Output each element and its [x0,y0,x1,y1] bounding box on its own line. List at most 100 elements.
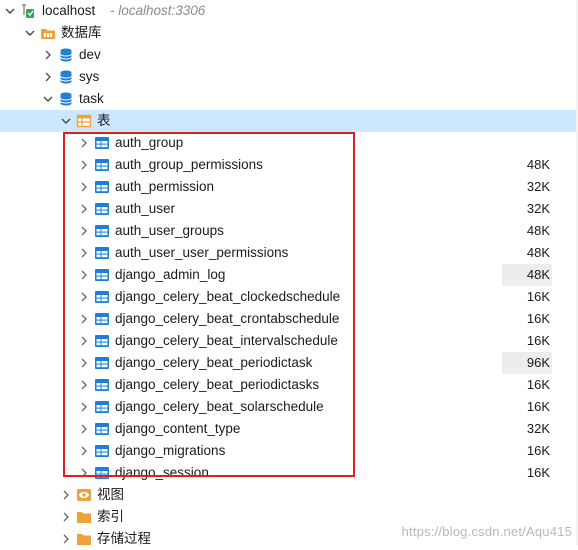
chevron-right-icon[interactable] [78,220,90,242]
table-row[interactable]: django_celery_beat_crontabschedule 16K [0,308,578,330]
table-size: 48K [526,157,550,172]
chevron-right-icon[interactable] [78,132,90,154]
table-icon [94,311,110,327]
database-item-sys[interactable]: sys [0,66,578,88]
databases-folder-label: 数据库 [61,25,102,40]
table-size: 16K [526,333,550,348]
tables-folder-icon [76,113,92,129]
table-icon [94,267,110,283]
table-icon [94,201,110,217]
table-row[interactable]: django_session 16K [0,462,578,484]
table-row[interactable]: django_celery_beat_periodictask 96K [0,352,578,374]
chevron-right-icon[interactable] [78,352,90,374]
chevron-right-icon[interactable] [60,506,72,528]
chevron-right-icon[interactable] [78,242,90,264]
table-row[interactable]: auth_user 32K [0,198,578,220]
chevron-right-icon[interactable] [78,396,90,418]
table-icon [94,443,110,459]
table-row[interactable]: django_content_type 32K [0,418,578,440]
table-name: auth_user [115,201,176,216]
chevron-right-icon[interactable] [42,44,54,66]
connection-host: - localhost:3306 [110,3,206,18]
table-name: auth_user_groups [115,223,224,238]
database-icon [58,69,74,85]
table-icon [94,179,110,195]
table-name: django_celery_beat_crontabschedule [115,311,340,326]
chevron-down-icon[interactable] [24,22,36,44]
chevron-right-icon[interactable] [42,66,54,88]
table-row[interactable]: django_celery_beat_intervalschedule 16K [0,330,578,352]
table-icon [94,465,110,481]
table-row[interactable]: auth_user_user_permissions 48K [0,242,578,264]
database-item-dev[interactable]: dev [0,44,578,66]
table-row[interactable]: django_celery_beat_periodictasks 16K [0,374,578,396]
chevron-right-icon[interactable] [78,286,90,308]
chevron-right-icon[interactable] [78,440,90,462]
table-size: 32K [526,179,550,194]
table-size: 16K [526,311,550,326]
view-icon [76,487,92,503]
table-icon [94,421,110,437]
database-item-task[interactable]: task [0,88,578,110]
table-name: django_migrations [115,443,226,458]
table-name: django_celery_beat_periodictasks [115,377,320,392]
procedures-folder-label: 存储过程 [97,531,151,546]
table-name: auth_group [115,135,184,150]
chevron-right-icon[interactable] [78,330,90,352]
chevron-right-icon[interactable] [78,176,90,198]
table-size: 16K [526,377,550,392]
database-name: dev [79,47,101,62]
table-row[interactable]: auth_permission 32K [0,176,578,198]
chevron-right-icon[interactable] [60,528,72,550]
table-size: 48K [502,264,552,286]
table-name: auth_group_permissions [115,157,263,172]
chevron-down-icon[interactable] [4,0,16,22]
watermark: https://blog.csdn.net/Aqu415 [401,524,572,539]
table-size: 96K [502,352,552,374]
table-row[interactable]: django_migrations 16K [0,440,578,462]
table-row[interactable]: django_celery_beat_clockedschedule 16K [0,286,578,308]
chevron-right-icon[interactable] [78,418,90,440]
table-row[interactable]: auth_user_groups 48K [0,220,578,242]
table-name: auth_user_user_permissions [115,245,289,260]
table-size: 48K [526,223,550,238]
table-name: django_celery_beat_solarschedule [115,399,324,414]
connection-name: localhost [42,3,96,18]
table-name: django_admin_log [115,267,226,282]
chevron-right-icon[interactable] [78,154,90,176]
database-icon [58,47,74,63]
object-tree: localhost - localhost:3306 数据库 dev sys t… [0,0,578,546]
table-size: 48K [526,245,550,260]
chevron-right-icon[interactable] [78,308,90,330]
databases-folder-icon [40,25,56,41]
tables-folder-row[interactable]: 表 [0,110,578,132]
folder-icon [76,509,92,525]
indexes-folder-label: 索引 [97,509,124,524]
chevron-right-icon[interactable] [78,198,90,220]
table-icon [94,157,110,173]
chevron-right-icon[interactable] [78,462,90,484]
table-size: 32K [526,201,550,216]
chevron-down-icon[interactable] [60,110,72,132]
table-icon [94,377,110,393]
table-row[interactable]: auth_group [0,132,578,154]
tables-folder-label: 表 [97,113,111,128]
table-row[interactable]: django_admin_log 48K [0,264,578,286]
table-row[interactable]: django_celery_beat_solarschedule 16K [0,396,578,418]
chevron-right-icon[interactable] [78,374,90,396]
database-name: task [79,91,104,106]
table-size: 16K [526,465,550,480]
database-name: sys [79,69,100,84]
chevron-right-icon[interactable] [60,484,72,506]
views-folder-row[interactable]: 视图 [0,484,578,506]
chevron-down-icon[interactable] [42,88,54,110]
chevron-right-icon[interactable] [78,264,90,286]
table-size: 16K [526,399,550,414]
table-name: django_celery_beat_intervalschedule [115,333,338,348]
connection-row[interactable]: localhost - localhost:3306 [0,0,578,22]
table-icon [94,333,110,349]
table-icon [94,135,110,151]
table-name: auth_permission [115,179,215,194]
table-row[interactable]: auth_group_permissions 48K [0,154,578,176]
databases-folder-row[interactable]: 数据库 [0,22,578,44]
